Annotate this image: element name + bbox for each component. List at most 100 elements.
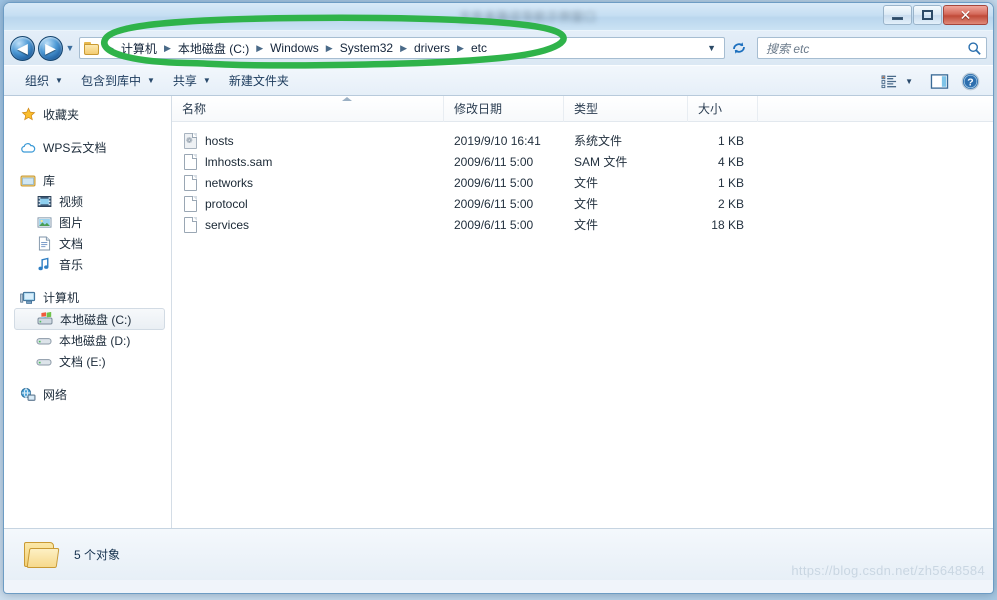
- sidebar-item-label: 库: [43, 174, 56, 188]
- change-view-button[interactable]: [876, 71, 903, 92]
- preview-pane-icon: [930, 74, 949, 89]
- back-button[interactable]: ◀: [10, 35, 35, 61]
- sidebar-item-label: 文档: [59, 237, 84, 251]
- search-box[interactable]: 搜索 etc: [757, 37, 987, 59]
- breadcrumb[interactable]: ▶ 计算机 ▶ 本地磁盘 (C:) ▶ Windows ▶ System32 ▶…: [79, 37, 725, 59]
- window-title: 文件夹路径导航示例窗口: [459, 10, 597, 24]
- file-date-cell: 2009/6/11 5:00: [454, 196, 534, 211]
- breadcrumb-item-2[interactable]: Windows: [268, 40, 321, 56]
- breadcrumb-separator-0[interactable]: ▶: [102, 43, 119, 54]
- sidebar-item-wps-cloud[interactable]: WPS云文档: [4, 137, 171, 158]
- sidebar-item-label: 音乐: [59, 258, 84, 272]
- file-type-cell: 系统文件: [574, 134, 623, 148]
- column-header-name[interactable]: 名称: [172, 96, 444, 122]
- breadcrumb-item-3[interactable]: System32: [338, 40, 395, 56]
- chevron-down-icon: ▼: [146, 76, 155, 85]
- minimize-icon: [892, 16, 903, 20]
- breadcrumb-separator-5[interactable]: ▶: [452, 43, 469, 54]
- sidebar-item-network[interactable]: 网络: [4, 384, 171, 405]
- chevron-down-icon[interactable]: ▼: [703, 43, 722, 53]
- command-toolbar: 组织 ▼ 包含到库中 ▼ 共享 ▼ 新建文件夹 ▼ ?: [4, 65, 993, 96]
- search-input[interactable]: 搜索 etc: [766, 40, 967, 57]
- watermark: https://blog.csdn.net/zh5648584: [791, 563, 985, 578]
- breadcrumb-separator-4[interactable]: ▶: [395, 43, 412, 54]
- sidebar-item-computer[interactable]: 计算机: [4, 287, 171, 308]
- file-type-cell: 文件: [574, 218, 599, 232]
- sidebar-item-music[interactable]: 音乐: [4, 254, 171, 275]
- sidebar-item-libraries[interactable]: 库: [4, 170, 171, 191]
- status-bar: 5 个对象 https://blog.csdn.net/zh5648584: [4, 528, 993, 580]
- document-icon: [36, 236, 52, 252]
- sidebar-item-videos[interactable]: 视频: [4, 191, 171, 212]
- file-type-cell: 文件: [574, 176, 599, 190]
- picture-icon: [36, 215, 52, 231]
- minimize-button[interactable]: [883, 5, 912, 25]
- refresh-button[interactable]: [727, 37, 751, 59]
- file-name-cell[interactable]: lmhosts.sam: [172, 153, 444, 170]
- sidebar-item-favorites[interactable]: 收藏夹: [4, 104, 171, 125]
- system-file-icon: ❁: [184, 132, 197, 149]
- table-row[interactable]: networks 2009/6/11 5:00 文件 1 KB: [172, 172, 993, 193]
- maximize-button[interactable]: [913, 5, 942, 25]
- file-name-cell[interactable]: protocol: [172, 195, 444, 212]
- view-list-icon: [881, 75, 897, 89]
- table-row[interactable]: lmhosts.sam 2009/6/11 5:00 SAM 文件 4 KB: [172, 151, 993, 172]
- sidebar-item-local-disk-d[interactable]: 本地磁盘 (D:): [4, 330, 171, 351]
- table-row[interactable]: services 2009/6/11 5:00 文件 18 KB: [172, 214, 993, 235]
- file-name-label: services: [205, 217, 250, 232]
- help-button[interactable]: ?: [956, 69, 985, 94]
- help-icon: ?: [961, 72, 980, 91]
- breadcrumb-separator-1[interactable]: ▶: [159, 43, 176, 54]
- recent-pages-button[interactable]: ▼: [63, 43, 77, 53]
- list-top-spacer: [172, 122, 993, 130]
- sidebar-item-pictures[interactable]: 图片: [4, 212, 171, 233]
- preview-pane-button[interactable]: [925, 70, 954, 93]
- sidebar-item-documents-e[interactable]: 文档 (E:): [4, 351, 171, 372]
- sidebar-item-documents[interactable]: 文档: [4, 233, 171, 254]
- desktop-background: 文件夹路径导航示例窗口 ✕ ◀ ▶ ▼ ▶ 计算机 ▶ 本地磁盘 (C:) ▶ …: [0, 0, 997, 600]
- file-icon: [184, 195, 197, 212]
- sidebar-item-label: 本地磁盘 (D:): [59, 334, 131, 348]
- maximize-icon: [922, 10, 933, 20]
- sidebar-item-label: 收藏夹: [43, 108, 80, 122]
- table-row[interactable]: ❁ hosts 2019/9/10 16:41 系统文件 1 KB: [172, 130, 993, 151]
- status-item-count: 5 个对象: [74, 548, 121, 562]
- column-header-date[interactable]: 修改日期: [444, 96, 564, 122]
- file-size-cell: 2 KB: [717, 196, 744, 211]
- file-size-cell: 4 KB: [717, 154, 744, 169]
- file-name-cell[interactable]: services: [172, 216, 444, 233]
- file-name-cell[interactable]: networks: [172, 174, 444, 191]
- column-header-size[interactable]: 大小: [688, 96, 758, 122]
- file-icon: [184, 174, 197, 191]
- breadcrumb-item-0[interactable]: 计算机: [119, 39, 159, 58]
- column-header-type[interactable]: 类型: [564, 96, 688, 122]
- toolbar-new-folder[interactable]: 新建文件夹: [220, 68, 298, 93]
- computer-icon: [20, 290, 36, 306]
- forward-button[interactable]: ▶: [38, 35, 63, 61]
- cloud-icon: [20, 140, 36, 156]
- forward-arrow-icon: ▶: [45, 40, 56, 56]
- toolbar-share[interactable]: 共享 ▼: [164, 68, 220, 93]
- breadcrumb-separator-2[interactable]: ▶: [251, 43, 268, 54]
- chevron-down-icon: ▼: [55, 76, 63, 85]
- breadcrumb-item-4[interactable]: drivers: [412, 40, 452, 56]
- table-row[interactable]: protocol 2009/6/11 5:00 文件 2 KB: [172, 193, 993, 214]
- file-date-cell: 2019/9/10 16:41: [454, 133, 541, 148]
- breadcrumb-item-5[interactable]: etc: [469, 40, 489, 56]
- file-date-cell: 2009/6/11 5:00: [454, 217, 534, 232]
- close-button[interactable]: ✕: [943, 5, 988, 25]
- sidebar-item-local-disk-c[interactable]: 本地磁盘 (C:): [14, 308, 165, 330]
- sidebar-item-label: 网络: [43, 388, 68, 402]
- star-icon: [20, 107, 36, 123]
- file-name-cell[interactable]: ❁ hosts: [172, 132, 444, 149]
- sidebar-item-label: 计算机: [43, 291, 80, 305]
- address-bar-row: ◀ ▶ ▼ ▶ 计算机 ▶ 本地磁盘 (C:) ▶ Windows ▶ Syst…: [4, 31, 993, 65]
- toolbar-organize[interactable]: 组织 ▼: [16, 68, 72, 93]
- toolbar-new-folder-label: 新建文件夹: [228, 74, 289, 88]
- breadcrumb-separator-3[interactable]: ▶: [321, 43, 338, 54]
- view-caret-icon[interactable]: ▼: [905, 77, 913, 86]
- file-type-cell: SAM 文件: [574, 155, 628, 169]
- breadcrumb-item-1[interactable]: 本地磁盘 (C:): [176, 39, 251, 58]
- toolbar-include-in-library[interactable]: 包含到库中 ▼: [72, 68, 164, 93]
